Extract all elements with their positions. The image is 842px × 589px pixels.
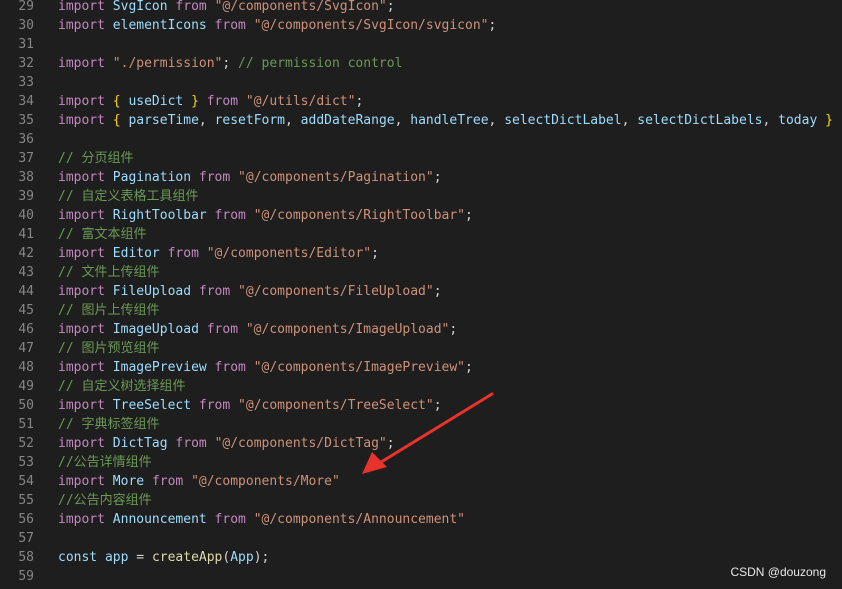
watermark: CSDN @douzong (730, 565, 826, 579)
red-arrow-annotation (362, 392, 494, 474)
